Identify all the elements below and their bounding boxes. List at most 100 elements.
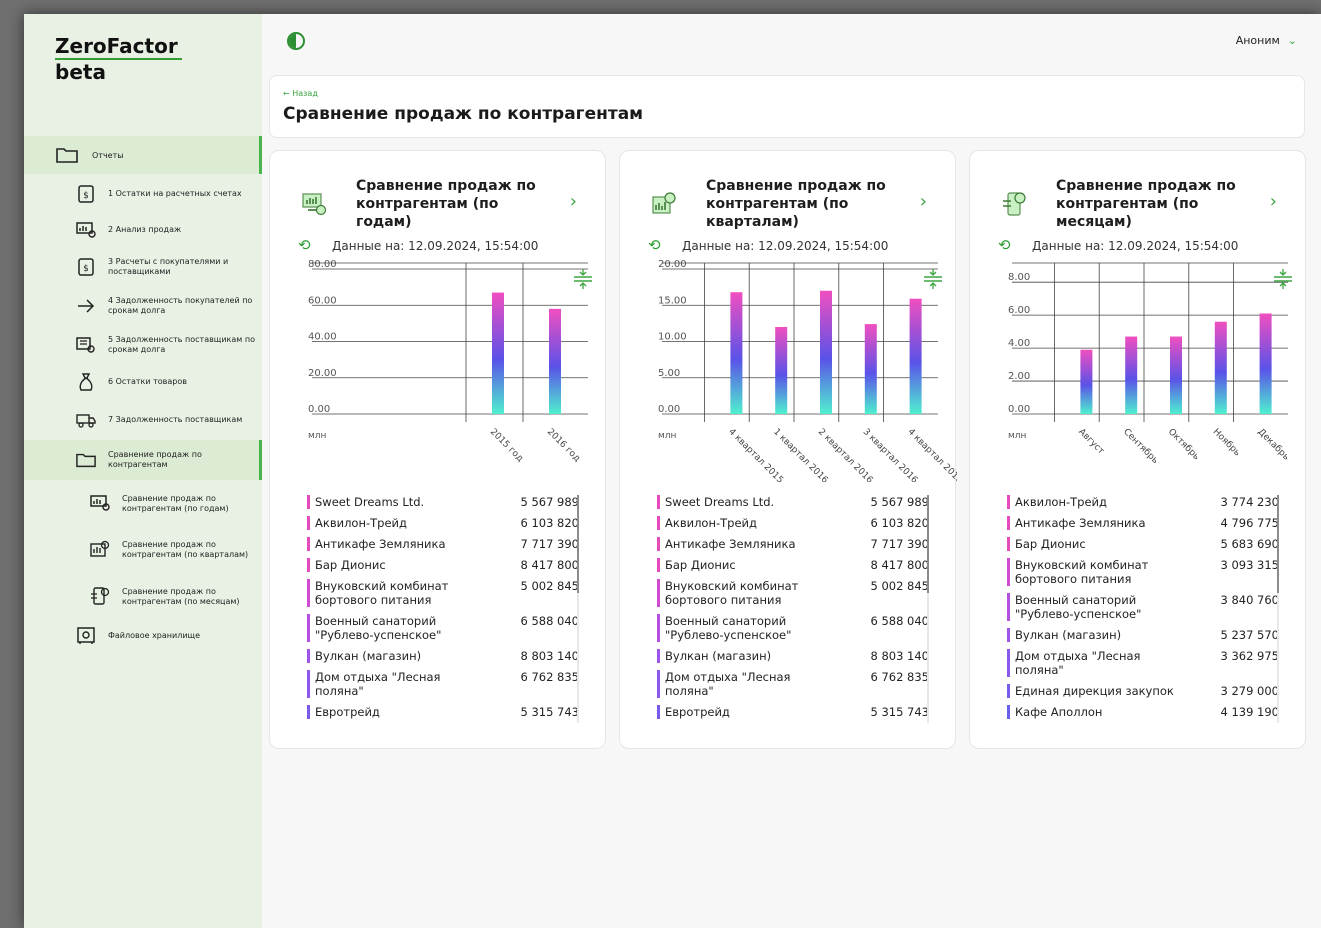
sidebar-item-3[interactable]: $ 3 Расчеты с покупателями и поставщикам…: [24, 248, 262, 286]
list-item[interactable]: Кафе Аполлон 4 139 190: [1007, 705, 1279, 719]
y-tick-label: 4.00: [1008, 338, 1030, 349]
bar-chart: 8.00 6.00 4.00 2.00 0.00 млн Август Сентябрь Окт…: [970, 257, 1307, 482]
debt-calc-icon: [76, 335, 96, 355]
sidebar-subitem-quarters[interactable]: Сравнение продаж по контрагентам (по ква…: [24, 524, 262, 576]
page-header: ← Назад Сравнение продаж по контрагентам: [269, 75, 1305, 138]
sidebar-item-label: 4 Задолженность покупателей по срокам до…: [108, 296, 253, 315]
chevron-right-icon[interactable]: ›: [920, 191, 927, 212]
list-item[interactable]: Военный санаторий "Рублево-успенское" 6 5…: [657, 614, 929, 642]
counterparty-value: 5 237 570: [1220, 628, 1279, 642]
list-item[interactable]: Евротрейд 5 315 743: [307, 705, 579, 719]
user-name: Аноним: [1235, 34, 1280, 47]
bar: [549, 308, 561, 414]
refresh-icon[interactable]: ⟲: [648, 237, 661, 253]
list-item[interactable]: Аквилон-Трейд 3 774 230: [1007, 495, 1279, 509]
list-item[interactable]: Дом отдыха "Лесная поляна" 6 762 835: [307, 670, 579, 698]
y-tick-label: 0.00: [1008, 404, 1030, 415]
sidebar-subitem-months[interactable]: Сравнение продаж по контрагентам (по мес…: [24, 576, 262, 618]
list-scrollbar[interactable]: [1277, 495, 1279, 723]
list-item[interactable]: Внуковский комбинат бортового питания 3 0…: [1007, 558, 1279, 586]
chevron-right-icon[interactable]: ›: [570, 191, 577, 212]
list-item[interactable]: Sweet Dreams Ltd. 5 567 989: [307, 495, 579, 509]
list-item[interactable]: Бар Дионис 8 417 800: [657, 558, 929, 572]
sidebar-subitem-years[interactable]: Сравнение продаж по контрагентам (по год…: [24, 484, 262, 524]
counterparty-name: Дом отдыха "Лесная поляна": [307, 670, 477, 698]
list-scrollbar[interactable]: [927, 495, 929, 723]
y-tick-label: 8.00: [1008, 272, 1030, 283]
bar: [1214, 321, 1227, 414]
sidebar-item-label: Сравнение продаж по контрагентам (по мес…: [122, 587, 240, 606]
list-item[interactable]: Дом отдыха "Лесная поляна" 6 762 835: [657, 670, 929, 698]
counterparty-value: 6 588 040: [870, 614, 929, 628]
list-item[interactable]: Внуковский комбинат бортового питания 5 0…: [657, 579, 929, 607]
bar: [775, 327, 788, 414]
sidebar-item-label: Сравнение продаж по контрагентам (по год…: [122, 494, 229, 513]
list-item[interactable]: Антикафе Земляника 7 717 390: [307, 537, 579, 551]
refresh-icon[interactable]: ⟲: [298, 237, 311, 253]
list-item[interactable]: Дом отдыха "Лесная поляна" 3 362 975: [1007, 649, 1279, 677]
counterparty-name: Антикафе Земляника: [657, 537, 827, 551]
list-item[interactable]: Антикафе Земляника 4 796 775: [1007, 516, 1279, 530]
sidebar-item-storage[interactable]: Файловое хранилище: [24, 618, 262, 654]
list-item[interactable]: Бар Дионис 5 683 690: [1007, 537, 1279, 551]
bar: [492, 292, 504, 414]
counterparty-name: Дом отдыха "Лесная поляна": [657, 670, 827, 698]
list-scrollbar[interactable]: [577, 495, 579, 723]
sidebar-item-7[interactable]: 7 Задолженность поставщикам: [24, 400, 262, 440]
counterparty-name: Военный санаторий "Рублево-успенское": [657, 614, 827, 642]
sidebar-item-sales-comparison[interactable]: Сравнение продаж по контрагентам: [24, 440, 262, 480]
sidebar-item-1[interactable]: $ 1 Остатки на расчетных счетах: [24, 176, 262, 212]
sidebar-item-2[interactable]: 2 Анализ продаж: [24, 212, 262, 248]
report-card-months[interactable]: Сравнение продаж по контрагентам (по мес…: [969, 150, 1306, 749]
sidebar-item-6[interactable]: 6 Остатки товаров: [24, 364, 262, 400]
sidebar-item-5[interactable]: 5 Задолженность поставщикам по срокам до…: [24, 326, 262, 364]
list-item[interactable]: Sweet Dreams Ltd. 5 567 989: [657, 495, 929, 509]
counterparty-name: Вулкан (магазин): [657, 649, 827, 663]
x-tick-label: 2016 год: [545, 427, 582, 464]
list-item[interactable]: Евротрейд 5 315 743: [657, 705, 929, 719]
list-item[interactable]: Бар Дионис 8 417 800: [307, 558, 579, 572]
x-tick-label: Декабрь: [1255, 427, 1290, 462]
sidebar-item-reports[interactable]: Отчеты: [24, 136, 262, 174]
counterparty-list: Sweet Dreams Ltd. 5 567 989 Аквилон-Трейд 6…: [657, 495, 929, 723]
card-title: Сравнение продаж по контрагентам (по мес…: [1056, 178, 1236, 230]
truck-icon: [76, 410, 96, 430]
x-tick-label: Сентябрь: [1121, 427, 1160, 466]
counterparty-name: Евротрейд: [307, 705, 477, 719]
collapse-icon: [574, 269, 592, 289]
list-item[interactable]: Вулкан (магазин) 8 803 140: [307, 649, 579, 663]
refresh-icon[interactable]: ⟲: [998, 237, 1011, 253]
theme-toggle-icon[interactable]: [287, 32, 305, 50]
y-tick-label: 5.00: [658, 368, 680, 379]
back-link[interactable]: ← Назад: [283, 89, 318, 98]
counterparty-value: 6 103 820: [520, 516, 579, 530]
counterparty-value: 3 840 760: [1220, 593, 1279, 607]
bar-chart: 20.00 15.00 10.00 5.00 0.00 млн 4 квартал 2015…: [620, 257, 957, 482]
list-item[interactable]: Аквилон-Трейд 6 103 820: [307, 516, 579, 530]
monitor-chart-icon: [90, 494, 110, 514]
list-item[interactable]: Аквилон-Трейд 6 103 820: [657, 516, 929, 530]
list-item[interactable]: Военный санаторий "Рублево-успенское" 6 5…: [307, 614, 579, 642]
list-item[interactable]: Вулкан (магазин) 8 803 140: [657, 649, 929, 663]
list-item[interactable]: Внуковский комбинат бортового питания 5 0…: [307, 579, 579, 607]
list-item[interactable]: Вулкан (магазин) 5 237 570: [1007, 628, 1279, 642]
list-item[interactable]: Единая дирекция закупок 3 279 000: [1007, 684, 1279, 698]
user-menu[interactable]: Аноним ⌄: [1236, 34, 1297, 47]
report-card-years[interactable]: Сравнение продаж по контрагентам (по год…: [269, 150, 606, 749]
counterparty-name: Антикафе Земляника: [307, 537, 477, 551]
counterparty-name: Единая дирекция закупок: [1007, 684, 1177, 698]
logo[interactable]: ZeroFactor beta: [55, 34, 182, 84]
y-tick-label: 20.00: [658, 259, 687, 270]
counterparty-value: 6 103 820: [870, 516, 929, 530]
bar: [1125, 336, 1138, 414]
report-card-quarters[interactable]: Сравнение продаж по контрагентам (по ква…: [619, 150, 957, 749]
counterparty-name: Аквилон-Трейд: [657, 516, 827, 530]
sidebar-item-4[interactable]: 4 Задолженность покупателей по срокам до…: [24, 286, 262, 326]
folder-icon: [76, 452, 96, 468]
bar: [909, 298, 922, 414]
chevron-right-icon[interactable]: ›: [1270, 191, 1277, 212]
y-unit-label: млн: [658, 431, 677, 441]
list-item[interactable]: Антикафе Земляника 7 717 390: [657, 537, 929, 551]
data-date: Данные на: 12.09.2024, 15:54:00: [682, 239, 889, 253]
list-item[interactable]: Военный санаторий "Рублево-успенское" 3 8…: [1007, 593, 1279, 621]
